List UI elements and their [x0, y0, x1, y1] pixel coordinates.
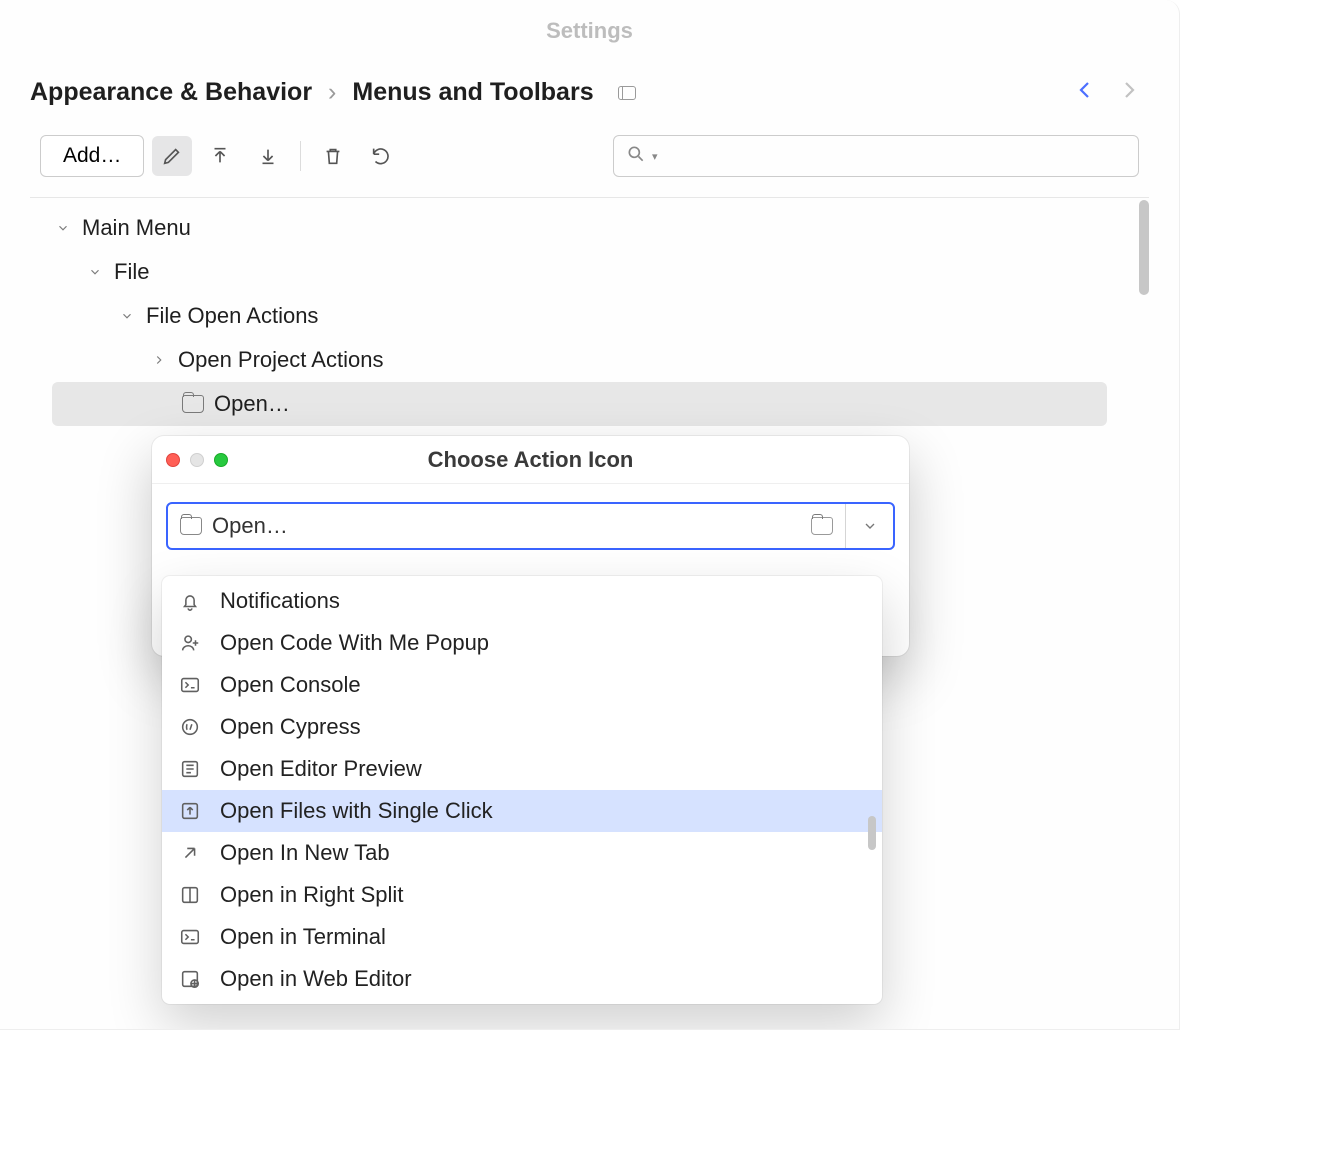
actions-toolbar: Add… ▾ [0, 117, 1179, 187]
revert-button[interactable] [361, 136, 401, 176]
single-click-icon [178, 799, 202, 823]
breadcrumb-row: Appearance & Behavior › Menus and Toolba… [0, 44, 1179, 117]
action-combo-field[interactable]: Open… [168, 504, 797, 548]
search-input[interactable] [664, 146, 1126, 167]
window-icon [618, 86, 636, 100]
dialog-title: Choose Action Icon [152, 447, 909, 473]
nav-arrows [1073, 78, 1141, 107]
dropdown-item-label: Open in Web Editor [220, 966, 412, 992]
action-combo[interactable]: Open… [166, 502, 895, 550]
toolbar-divider [300, 141, 301, 171]
add-button[interactable]: Add… [40, 135, 144, 177]
chevron-down-icon [86, 265, 104, 279]
move-down-button[interactable] [248, 136, 288, 176]
preview-icon [178, 757, 202, 781]
action-suggestions-dropdown: Notifications Open Code With Me Popup Op… [162, 576, 882, 1004]
window-title: Settings [0, 0, 1179, 44]
settings-window: Settings Appearance & Behavior › Menus a… [0, 0, 1180, 1030]
breadcrumb-group[interactable]: Appearance & Behavior [30, 78, 312, 107]
dropdown-item[interactable]: Open Editor Preview [162, 748, 882, 790]
split-icon [178, 883, 202, 907]
chevron-down-icon [54, 221, 72, 235]
search-field[interactable]: ▾ [613, 135, 1139, 177]
tree-node-main-menu[interactable]: Main Menu [30, 206, 1149, 250]
dropdown-item[interactable]: Open in Terminal [162, 916, 882, 958]
dropdown-item[interactable]: Open in Right Split [162, 874, 882, 916]
folder-icon [182, 395, 204, 413]
arrow-ne-icon [178, 841, 202, 865]
browse-icon-button[interactable] [797, 504, 845, 548]
tree-label: File [114, 259, 149, 285]
chevron-down-icon [118, 309, 136, 323]
tree-node-file[interactable]: File [30, 250, 1149, 294]
chevron-right-icon: › [328, 78, 336, 107]
dropdown-item-label: Open In New Tab [220, 840, 390, 866]
nav-forward-button [1117, 78, 1141, 107]
tree-node-file-open-actions[interactable]: File Open Actions [30, 294, 1149, 338]
cypress-icon [178, 715, 202, 739]
web-editor-icon [178, 967, 202, 991]
dropdown-item-label: Open Code With Me Popup [220, 630, 489, 656]
dropdown-item[interactable]: Open Code With Me Popup [162, 622, 882, 664]
chevron-down-icon: ▾ [652, 150, 658, 163]
dropdown-item-selected[interactable]: Open Files with Single Click [162, 790, 882, 832]
dialog-titlebar[interactable]: Choose Action Icon [152, 436, 909, 484]
tree-label: Open Project Actions [178, 347, 383, 373]
terminal-icon [178, 925, 202, 949]
tree-scrollbar[interactable] [1139, 200, 1149, 295]
chevron-right-icon [150, 353, 168, 367]
dropdown-scrollbar[interactable] [868, 816, 876, 850]
tree-node-open[interactable]: Open… [52, 382, 1107, 426]
terminal-icon [178, 673, 202, 697]
dropdown-item-label: Open Console [220, 672, 361, 698]
tree-node-open-project-actions[interactable]: Open Project Actions [30, 338, 1149, 382]
dropdown-item-label: Open Editor Preview [220, 756, 422, 782]
dropdown-item-label: Open Files with Single Click [220, 798, 493, 824]
edit-icon-button[interactable] [152, 136, 192, 176]
dropdown-item[interactable]: Open Console [162, 664, 882, 706]
tree-label: File Open Actions [146, 303, 318, 329]
breadcrumb: Appearance & Behavior › Menus and Toolba… [30, 78, 636, 107]
dropdown-item[interactable]: Notifications [162, 580, 882, 622]
folder-icon [811, 517, 833, 535]
breadcrumb-page: Menus and Toolbars [352, 78, 593, 107]
search-icon [626, 144, 646, 169]
action-combo-value: Open… [212, 513, 288, 539]
dropdown-item-label: Notifications [220, 588, 340, 614]
dropdown-item[interactable]: Open In New Tab [162, 832, 882, 874]
tree-label: Open… [214, 391, 290, 417]
bell-icon [178, 589, 202, 613]
dropdown-item[interactable]: Open Cypress [162, 706, 882, 748]
dropdown-item-label: Open in Terminal [220, 924, 386, 950]
dropdown-item-label: Open in Right Split [220, 882, 403, 908]
move-up-button[interactable] [200, 136, 240, 176]
combo-dropdown-button[interactable] [845, 504, 893, 548]
tree-label: Main Menu [82, 215, 191, 241]
dropdown-item-label: Open Cypress [220, 714, 361, 740]
nav-back-button[interactable] [1073, 78, 1097, 107]
dropdown-item[interactable]: Open in Web Editor [162, 958, 882, 1000]
folder-icon [180, 517, 202, 535]
person-plus-icon [178, 631, 202, 655]
delete-button[interactable] [313, 136, 353, 176]
menu-tree: Main Menu File File Open Actions Open Pr… [30, 197, 1149, 434]
